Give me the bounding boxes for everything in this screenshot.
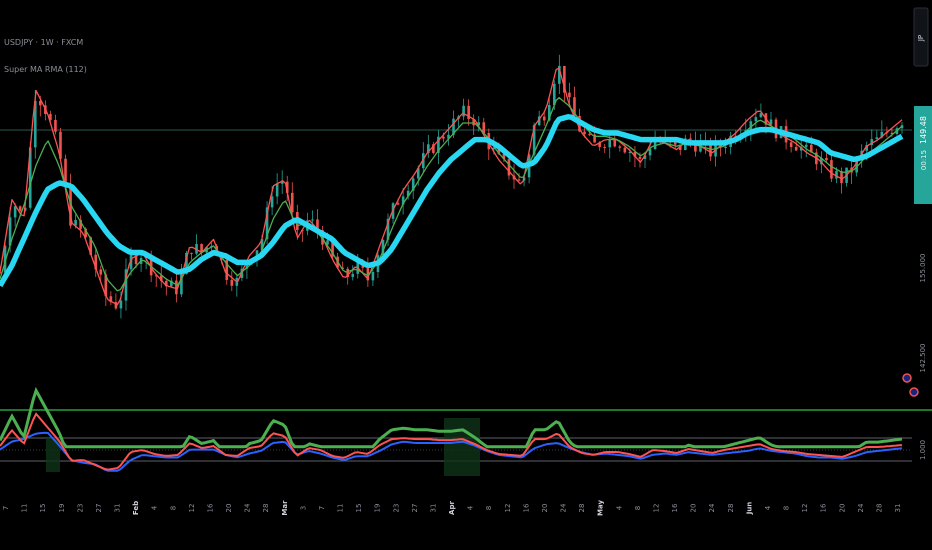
candle-body [623,147,627,153]
candle-body [54,119,57,132]
candle-body [13,206,17,218]
time-tick-label: 24 [708,503,716,512]
current-price-label: 149.48 [919,116,928,144]
candle-body [830,160,833,179]
candle-body [875,137,879,140]
time-tick-label: 23 [76,504,84,513]
time-tick-label: 12 [652,504,660,513]
osc-highlight-zone [444,418,480,476]
time-tick-label: 12 [801,504,809,513]
time-tick-label: 8 [783,506,791,510]
candle-body [583,131,586,135]
candle-body [804,144,808,147]
candle-body [275,183,279,197]
time-tick-label: 28 [262,504,270,513]
time-tick-label: 31 [429,504,437,513]
time-tick-label: 20 [225,504,233,513]
candle-body [542,116,546,121]
time-tick-label: 4 [615,505,623,510]
time-tick-label: 31 [114,504,122,513]
time-tick-label: 8 [169,506,177,510]
candle-body [724,147,727,149]
candle-body [789,142,793,147]
candle-body [351,273,355,277]
time-tick-label: 31 [894,504,902,513]
time-tick-label: 27 [95,504,103,513]
current-price-countdown: 00:15 [920,150,928,170]
time-tick-label: 4 [467,505,475,510]
candle-body [794,146,798,151]
time-tick-label: 16 [206,503,214,512]
candle-body [825,157,828,161]
time-tick-label: 3 [299,506,307,510]
time-tick-label: Feb [132,501,140,515]
time-tick-label: 4 [764,505,772,510]
candle-body [608,139,612,148]
candle-body [270,196,274,208]
candle-body [673,142,677,145]
candle-body [230,279,234,286]
candle-body [190,252,193,254]
time-tick-label: Apr [448,501,456,515]
symbol-badge-text: JP [917,35,925,42]
time-tick-label: 12 [504,504,512,513]
price-chart[interactable]: USDJPY · 1W · FXCM Super MA RMA (112) JP… [0,0,932,550]
candle-body [99,269,103,275]
time-tick-label: 20 [690,504,698,513]
time-tick-label: 24 [244,503,252,512]
event-marker-icon[interactable] [902,373,912,383]
time-tick-label: 16 [522,503,530,512]
osc-level-label: 1.000 [919,440,927,460]
time-tick-label: 23 [392,504,400,513]
candle-body [638,156,642,159]
time-tick-label: 4 [151,505,159,510]
price-tick: 142.500 [919,344,927,373]
time-tick-label: 12 [188,504,196,513]
time-tick-label: 7 [318,506,326,510]
candle-body [618,146,622,148]
symbol-label: USDJPY · 1W · FXCM [4,38,83,47]
time-tick-label: 15 [39,504,47,513]
candle-body [462,105,465,117]
time-tick-label: May [597,500,605,516]
time-tick-label: 8 [634,506,642,510]
time-tick-label: Mar [281,500,289,516]
time-tick-label: 24 [560,503,568,512]
time-tick-label: 28 [875,504,883,513]
time-tick-label: 15 [355,504,363,513]
time-tick-label: 16 [820,503,828,512]
candle-body [18,206,22,211]
time-tick-label: 28 [578,504,586,513]
time-tick-label: 24 [857,503,865,512]
price-tick: 155.000 [919,254,927,283]
time-tick-label: 11 [21,504,29,513]
candle-body [588,134,591,136]
time-tick-label: Jun [745,502,753,516]
time-tick-label: 27 [411,504,419,513]
candle-body [442,136,445,139]
candle-body [311,219,314,221]
time-tick-label: 19 [58,504,66,513]
candle-body [396,203,400,205]
candle-body [517,179,521,181]
time-tick-label: 11 [337,504,345,513]
event-marker-icon[interactable] [909,387,919,397]
time-tick-label: 7 [2,506,10,510]
candle-body [603,146,606,148]
time-tick-label: 20 [541,504,549,513]
time-tick-label: 20 [838,504,846,513]
candle-body [754,117,758,122]
candle-body [568,92,571,98]
candle-body [119,300,123,309]
indicator-label: Super MA RMA (112) [4,65,87,74]
time-tick-label: 16 [671,503,679,512]
time-tick-label: 8 [485,506,493,510]
time-tick-label: 19 [374,504,382,513]
time-tick-label: 28 [727,504,735,513]
candle-body [371,272,375,281]
